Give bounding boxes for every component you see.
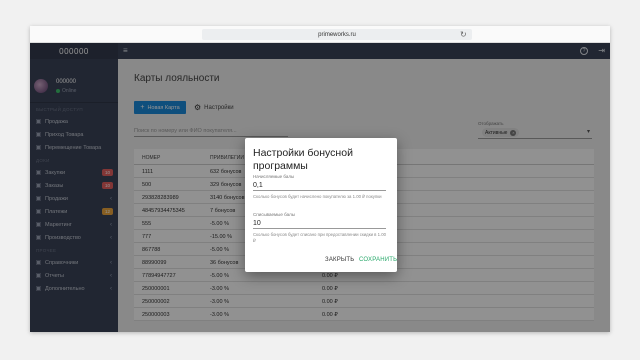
address-bar[interactable]: primeworks.ru [202,29,472,40]
browser-toolbar: primeworks.ru ↻ [30,26,610,43]
reload-icon[interactable]: ↻ [460,30,467,39]
save-button[interactable]: СОХРАНИТЬ [359,257,397,263]
accrual-input[interactable]: 0,1 [253,180,386,191]
url-text: primeworks.ru [318,31,356,38]
dialog-title: Настройки бонусной программы [253,147,353,172]
writeoff-hint: Сколько бонусов будет списано при предос… [253,232,387,243]
writeoff-field: Списываемые балы 10 Сколько бонусов буде… [253,212,386,243]
accrual-field: Начисляемые балы 0,1 Сколько бонусов буд… [253,174,386,200]
writeoff-input[interactable]: 10 [253,218,386,229]
close-button[interactable]: ЗАКРЫТЬ [325,257,354,263]
bonus-settings-dialog: Настройки бонусной программы Начисляемые… [245,138,397,272]
accrual-hint: Сколько бонусов будет начислено покупате… [253,194,382,199]
